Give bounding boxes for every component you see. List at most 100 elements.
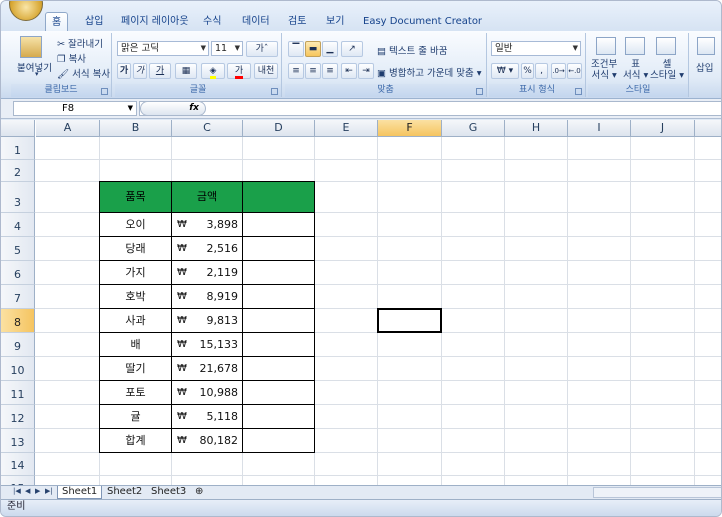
row-header-12[interactable]: 12 <box>1 405 35 429</box>
copy-button[interactable]: ❐ 복사 <box>57 51 86 65</box>
align-right-button[interactable]: ≡ <box>322 63 338 79</box>
phonetic-button[interactable]: 내천 <box>254 63 278 79</box>
tab-insert[interactable]: 삽입 <box>79 12 109 31</box>
column-header-f[interactable]: F <box>378 120 442 137</box>
formula-input[interactable]: fx <box>139 101 721 116</box>
table-cell-empty[interactable] <box>242 428 315 453</box>
table-cell-item[interactable]: 딸기 <box>99 356 172 381</box>
column-header-h[interactable]: H <box>505 120 568 137</box>
paste-dropdown-icon[interactable]: ▾ <box>35 70 39 78</box>
decrease-decimal-button[interactable]: ←.0 <box>567 63 582 79</box>
table-cell-amount[interactable]: ₩2,119 <box>171 260 243 285</box>
column-header-b[interactable]: B <box>100 120 172 137</box>
table-cell-item[interactable]: 호박 <box>99 284 172 309</box>
tab-formulas[interactable]: 수식 <box>197 12 227 31</box>
table-cell-amount[interactable]: ₩15,133 <box>171 332 243 357</box>
table-cell-empty[interactable] <box>242 404 315 429</box>
table-cell-item[interactable]: 합계 <box>99 428 172 453</box>
table-cell-empty[interactable] <box>242 332 315 357</box>
column-header-next[interactable] <box>695 120 721 137</box>
table-header-extra[interactable] <box>242 181 315 213</box>
table-cell-item[interactable]: 포토 <box>99 380 172 405</box>
sheet-tab-sheet3[interactable]: Sheet3 <box>147 486 190 499</box>
row-header-2[interactable]: 2 <box>1 160 35 182</box>
table-cell-empty[interactable] <box>242 260 315 285</box>
table-cell-empty[interactable] <box>242 236 315 261</box>
bold-button[interactable]: 가 <box>117 63 131 79</box>
row-header-11[interactable]: 11 <box>1 381 35 405</box>
number-launcher-icon[interactable] <box>575 88 582 95</box>
align-left-button[interactable]: ≡ <box>288 63 304 79</box>
increase-indent-button[interactable]: ⇥ <box>358 63 374 79</box>
select-all-corner[interactable] <box>1 120 35 137</box>
cell-styles-button[interactable]: 셀 스타일 ▾ <box>650 59 684 81</box>
next-sheet-icon[interactable]: ▶ <box>35 487 40 495</box>
table-cell-empty[interactable] <box>242 284 315 309</box>
format-painter-button[interactable]: 🖌 서식 복사 <box>57 66 110 80</box>
table-cell-amount[interactable]: ₩8,919 <box>171 284 243 309</box>
table-cell-item[interactable]: 귤 <box>99 404 172 429</box>
font-size-select[interactable]: 11 ▼ <box>211 41 243 56</box>
sheet-tab-sheet1[interactable]: Sheet1 <box>57 486 103 499</box>
comma-button[interactable]: , <box>535 63 548 79</box>
insert-function-button[interactable]: fx <box>140 101 206 116</box>
insert-cells-button[interactable]: 삽입 <box>696 60 713 74</box>
table-cell-amount[interactable]: ₩21,678 <box>171 356 243 381</box>
table-cell-empty[interactable] <box>242 212 315 237</box>
increase-decimal-button[interactable]: .0→ <box>551 63 566 79</box>
align-top-button[interactable]: ▔ <box>288 41 304 57</box>
table-cell-item[interactable]: 가지 <box>99 260 172 285</box>
row-header-14[interactable]: 14 <box>1 453 35 476</box>
orientation-button[interactable]: ↗ <box>341 41 363 57</box>
currency-button[interactable]: ₩ ▾ <box>491 63 519 79</box>
table-cell-amount[interactable]: ₩80,182 <box>171 428 243 453</box>
table-cell-empty[interactable] <box>242 380 315 405</box>
fill-color-button[interactable]: ◈ <box>201 63 225 79</box>
number-format-select[interactable]: 일반 ▼ <box>491 41 581 56</box>
table-cell-item[interactable]: 사과 <box>99 308 172 333</box>
align-bottom-button[interactable]: ▁ <box>322 41 338 57</box>
alignment-launcher-icon[interactable] <box>476 88 483 95</box>
table-cell-amount[interactable]: ₩3,898 <box>171 212 243 237</box>
table-cell-amount[interactable]: ₩9,813 <box>171 308 243 333</box>
clipboard-launcher-icon[interactable] <box>101 88 108 95</box>
insert-sheet-icon[interactable]: ⊕ <box>191 486 207 499</box>
row-header-4[interactable]: 4 <box>1 213 35 237</box>
worksheet-grid[interactable]: A B C D E F G H I J 1 2 3 4 5 6 7 8 9 10… <box>1 120 721 485</box>
table-cell-item[interactable]: 배 <box>99 332 172 357</box>
table-cell-item[interactable]: 당래 <box>99 236 172 261</box>
table-header-item[interactable]: 품목 <box>99 181 172 213</box>
table-cell-item[interactable]: 오이 <box>99 212 172 237</box>
align-middle-button[interactable]: ▬ <box>305 41 321 57</box>
column-header-g[interactable]: G <box>442 120 505 137</box>
cut-button[interactable]: ✂ 잘라내기 <box>57 36 103 50</box>
format-as-table-button[interactable]: 표 서식 ▾ <box>623 59 648 81</box>
wrap-text-button[interactable]: ▤ 텍스트 줄 바꿈 <box>377 43 448 57</box>
column-header-d[interactable]: D <box>243 120 315 137</box>
percent-button[interactable]: % <box>521 63 534 79</box>
conditional-formatting-button[interactable]: 조건부 서식 ▾ <box>591 59 617 81</box>
name-box[interactable]: F8 ▼ <box>13 101 137 116</box>
table-cell-empty[interactable] <box>242 308 315 333</box>
row-header-13[interactable]: 13 <box>1 429 35 453</box>
tab-data[interactable]: 데이터 <box>236 12 276 31</box>
row-header-15[interactable]: 15 <box>1 476 35 485</box>
row-header-3[interactable]: 3 <box>1 182 35 213</box>
column-header-i[interactable]: I <box>568 120 631 137</box>
table-cell-amount[interactable]: ₩2,516 <box>171 236 243 261</box>
row-header-9[interactable]: 9 <box>1 333 35 357</box>
tab-review[interactable]: 검토 <box>282 12 312 31</box>
italic-button[interactable]: 가 <box>133 63 147 79</box>
last-sheet-icon[interactable]: ▶| <box>45 487 53 495</box>
column-header-a[interactable]: A <box>36 120 100 137</box>
font-color-button[interactable]: 가 <box>227 63 251 79</box>
first-sheet-icon[interactable]: |◀ <box>13 487 21 495</box>
grow-font-button[interactable]: 가ˆ <box>246 41 278 57</box>
tab-home[interactable]: 홈 <box>45 12 69 31</box>
table-cell-amount[interactable]: ₩5,118 <box>171 404 243 429</box>
tab-page-layout[interactable]: 페이지 레이아웃 <box>115 12 195 31</box>
tab-easy-document-creator[interactable]: Easy Document Creator <box>357 12 488 31</box>
table-header-amount[interactable]: 금액 <box>171 181 243 213</box>
active-cell-f8[interactable] <box>377 308 442 333</box>
prev-sheet-icon[interactable]: ◀ <box>25 487 30 495</box>
